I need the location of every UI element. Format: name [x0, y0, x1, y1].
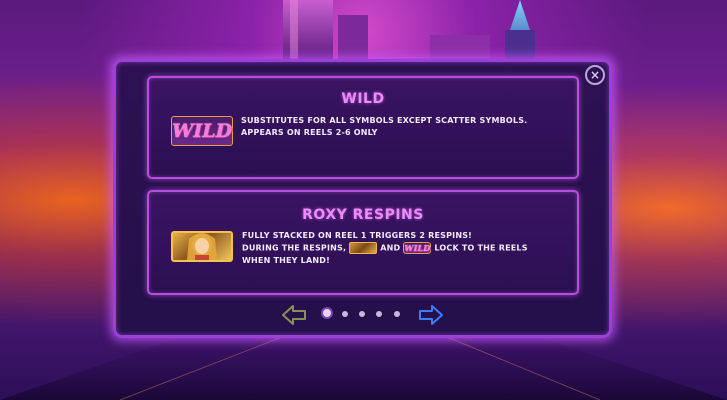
wild-symbol-icon: WILD: [171, 116, 233, 146]
roxy-description-line1: FULLY STACKED ON REEL 1 TRIGGERS 2 RESPI…: [242, 231, 473, 240]
arrow-left-icon[interactable]: [281, 304, 307, 326]
roxy-line2-and: AND: [380, 243, 401, 253]
wild-card: WILD WILD SUBSTITUTES FOR ALL SYMBOLS EX…: [147, 76, 579, 179]
page-dot-1[interactable]: [323, 309, 331, 317]
wild-description-line1: SUBSTITUTES FOR ALL SYMBOLS EXCEPT SCATT…: [241, 116, 528, 125]
wild-description: SUBSTITUTES FOR ALL SYMBOLS EXCEPT SCATT…: [241, 115, 571, 139]
wild-description-line2: APPEARS ON REELS 2-6 ONLY: [241, 128, 378, 137]
page-dot-2[interactable]: [342, 311, 348, 317]
roxy-line2-start: DURING THE RESPINS,: [242, 243, 347, 253]
roxy-respins-title: ROXY RESPINS: [302, 207, 424, 223]
roxy-respins-description: FULLY STACKED ON REEL 1 TRIGGERS 2 RESPI…: [242, 230, 572, 267]
wild-small-icon: WILD: [403, 242, 432, 254]
arrow-right-icon[interactable]: [418, 304, 444, 326]
page-dot-5[interactable]: [394, 311, 400, 317]
roxy-description-line3: WHEN THEY LAND!: [242, 255, 330, 265]
roxy-symbol-icon: [171, 231, 233, 262]
roxy-small-icon: [349, 242, 378, 254]
close-icon[interactable]: ×: [585, 65, 605, 85]
page-dot-3[interactable]: [359, 311, 365, 317]
roxy-description-line2: DURING THE RESPINS, AND WILD LOCK TO THE…: [242, 242, 572, 255]
roxy-line2-end: LOCK TO THE REELS: [434, 243, 528, 253]
roxy-respins-card: ROXY RESPINS FULLY STACKED ON REEL 1 TRI…: [147, 190, 579, 295]
page-dot-4[interactable]: [376, 311, 382, 317]
wild-title: WILD: [341, 91, 385, 107]
